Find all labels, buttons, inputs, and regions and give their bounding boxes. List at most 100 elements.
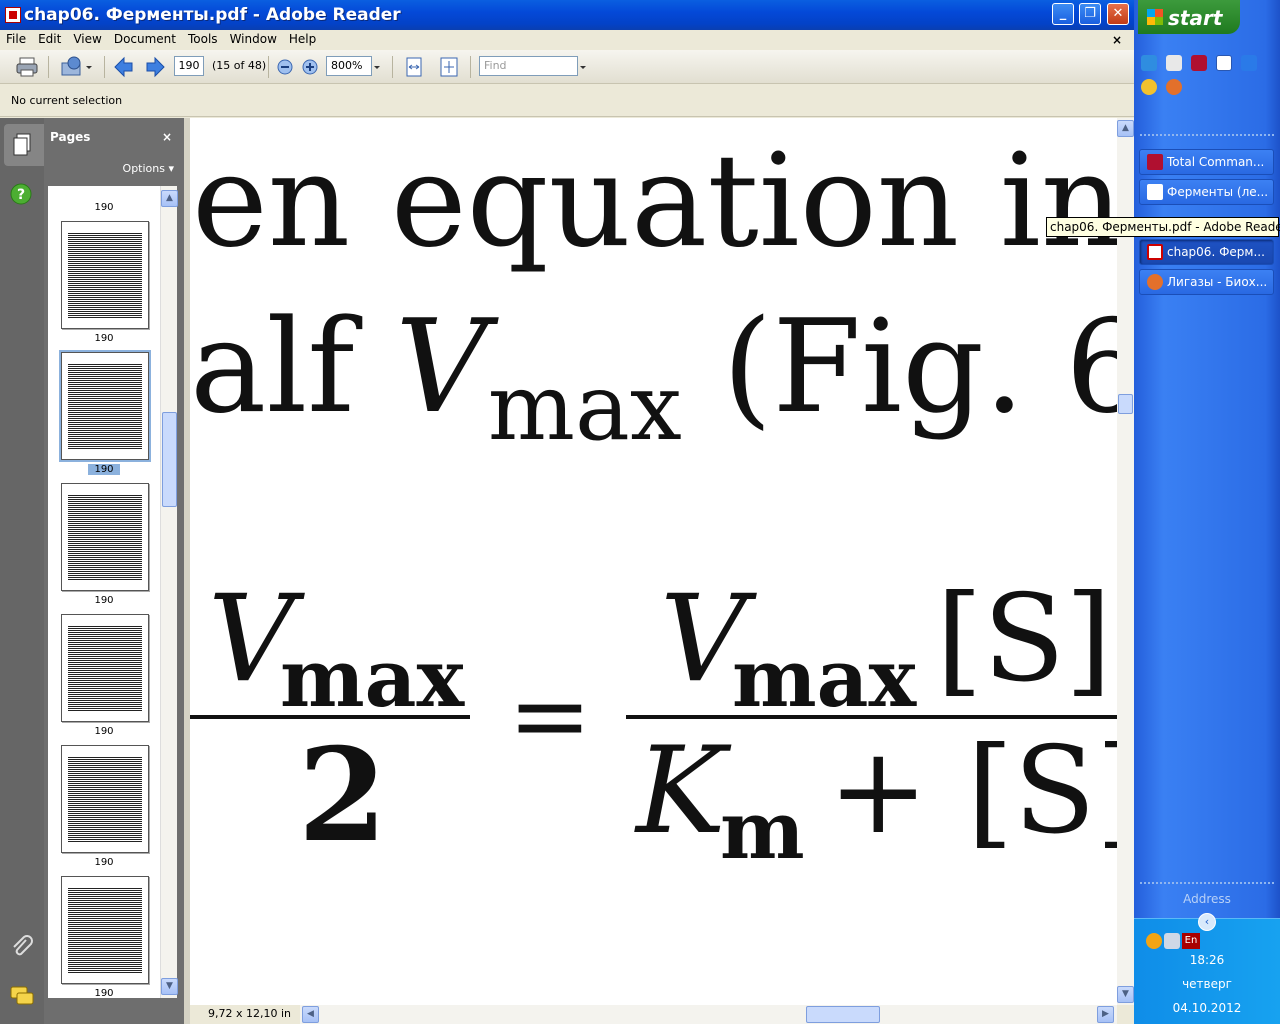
comments-icon[interactable] — [9, 984, 35, 1008]
title-bar[interactable]: chap06. Ферменты.pdf - Adobe Reader _ ❐ … — [0, 0, 1134, 30]
eq-right-numerator-sub: max — [732, 631, 917, 725]
find-input[interactable]: Find — [479, 56, 578, 76]
tray-app-icon[interactable] — [1146, 933, 1162, 949]
taskbar-item-total-commander[interactable]: Total Comman... — [1139, 149, 1274, 175]
maximize-button[interactable]: ❐ — [1079, 3, 1101, 25]
pages-options-menu[interactable]: Options ▾ — [123, 162, 174, 175]
tray-expand-icon[interactable]: ‹ — [1198, 913, 1216, 931]
previous-page-icon[interactable] — [112, 55, 136, 79]
svg-text:?: ? — [17, 187, 25, 203]
scroll-down-icon[interactable]: ▼ — [161, 978, 178, 995]
start-button[interactable]: start — [1138, 0, 1240, 34]
media-player-icon[interactable] — [1141, 79, 1157, 95]
scroll-up-icon[interactable]: ▲ — [1117, 120, 1134, 137]
zoom-out-icon[interactable] — [275, 55, 295, 79]
toolbar: 190 (15 of 48) 800% Find — [0, 50, 1134, 84]
pages-panel-title: Pages — [50, 130, 91, 144]
eq-right-numerator-s: [S] — [936, 570, 1112, 709]
document-horizontal-scrollbar[interactable]: ◀ ▶ — [300, 1005, 1117, 1024]
menu-view[interactable]: View — [67, 30, 107, 46]
close-button[interactable]: ✕ — [1107, 3, 1129, 25]
menu-file[interactable]: File — [0, 30, 32, 46]
scroll-up-icon[interactable]: ▲ — [161, 190, 178, 207]
thumbnail-label: 190 — [94, 857, 114, 868]
document-text-line: alf Vmax (Fig. 6– — [190, 293, 1117, 461]
menu-document[interactable]: Document — [108, 30, 182, 46]
fit-page-icon[interactable] — [438, 55, 460, 79]
zoom-dropdown-icon[interactable] — [372, 55, 382, 79]
find-dropdown-icon[interactable] — [578, 55, 588, 79]
zoom-input[interactable]: 800% — [326, 56, 372, 76]
eq-right-fraction-bar — [626, 715, 1117, 719]
document-view[interactable]: en equation in th alf Vmax (Fig. 6– V ma… — [190, 118, 1117, 1005]
word-icon[interactable] — [1216, 55, 1232, 71]
eq-left-denominator: 2 — [298, 721, 388, 871]
taskbar-item-firefox[interactable]: Лигазы - Биох... — [1139, 269, 1274, 295]
document-vertical-scrollbar[interactable]: ▲ ▼ — [1117, 118, 1134, 1005]
scroll-left-icon[interactable]: ◀ — [302, 1006, 319, 1023]
taskbar-tooltip: chap06. Ферменты.pdf - Adobe Reader — [1046, 217, 1280, 237]
thumbnail-label: 190 — [94, 726, 114, 737]
document-horizontal-scroll-thumb[interactable] — [806, 1006, 880, 1023]
fit-width-icon[interactable] — [403, 55, 425, 79]
page-thumbnail[interactable] — [61, 745, 149, 853]
document-vertical-scroll-thumb[interactable] — [1118, 394, 1133, 414]
page-count-label: (15 of 48) — [212, 59, 267, 72]
adobe-reader-window: chap06. Ферменты.pdf - Adobe Reader _ ❐ … — [0, 0, 1134, 1024]
page-thumbnail[interactable] — [61, 614, 149, 722]
window-title: chap06. Ферменты.pdf - Adobe Reader — [24, 5, 401, 25]
eq-left-numerator-sub: max — [280, 631, 465, 725]
language-indicator[interactable]: En — [1182, 933, 1200, 949]
address-toolbar-label[interactable]: Address — [1134, 892, 1280, 906]
next-page-icon[interactable] — [143, 55, 167, 79]
eq-left-fraction-bar — [190, 715, 470, 719]
menu-edit[interactable]: Edit — [32, 30, 67, 46]
page-thumbnail[interactable] — [61, 876, 149, 984]
scroll-down-icon[interactable]: ▼ — [1117, 986, 1134, 1003]
thumbnails-scrollbar[interactable]: ▲ ▼ — [160, 186, 178, 998]
clock-day: четверг — [1182, 977, 1232, 991]
eq-right-denominator-sub: m — [720, 783, 805, 877]
page-number-input[interactable]: 190 — [174, 56, 204, 76]
page-size-label: 9,72 x 12,10 in — [208, 1007, 292, 1020]
internet-explorer-icon[interactable] — [1141, 55, 1157, 71]
menu-window[interactable]: Window — [224, 30, 283, 46]
minimize-button[interactable]: _ — [1052, 3, 1074, 25]
total-commander-icon — [1147, 154, 1163, 170]
navigation-strip: ? — [0, 118, 45, 1024]
document-text-line: en equation in th — [192, 127, 1117, 276]
taskbar: start Total Comman... Ферменты (ле... ch… — [1134, 0, 1280, 1024]
thumbnail-label: 190 — [94, 333, 114, 344]
total-commander-icon[interactable] — [1191, 55, 1207, 71]
notepad-icon[interactable] — [1166, 55, 1182, 71]
menu-tools[interactable]: Tools — [182, 30, 224, 46]
attachments-icon[interactable] — [10, 934, 34, 960]
pages-panel-close-icon[interactable]: × — [162, 130, 172, 144]
thumbnail-label-selected: 190 — [48, 464, 160, 475]
thumbnails-scroll-thumb[interactable] — [162, 412, 177, 507]
clock-time[interactable]: 18:26 — [1134, 953, 1280, 967]
pages-icon — [13, 133, 31, 156]
zoom-in-icon[interactable] — [300, 55, 320, 79]
network-icon[interactable] — [1164, 933, 1180, 949]
help-icon[interactable]: ? — [10, 183, 32, 205]
share-icon[interactable] — [58, 55, 94, 79]
eq-right-denominator-k: K — [636, 722, 726, 861]
firefox-icon[interactable] — [1166, 79, 1182, 95]
taskbar-item-adobe-reader[interactable]: chap06. Ферм... — [1139, 239, 1274, 265]
scroll-right-icon[interactable]: ▶ — [1097, 1006, 1114, 1023]
taskbar-item-word[interactable]: Ферменты (ле... — [1139, 179, 1274, 205]
selection-bar: No current selection — [0, 85, 1134, 117]
menu-help[interactable]: Help — [283, 30, 322, 46]
outlook-icon[interactable] — [1241, 55, 1257, 71]
print-icon[interactable] — [14, 55, 40, 79]
page-thumbnail[interactable] — [61, 221, 149, 329]
pages-tab[interactable] — [4, 124, 44, 166]
page-thumbnail[interactable] — [61, 483, 149, 591]
page-thumbnail-selected[interactable] — [59, 350, 151, 462]
thumbnail-label: 190 — [94, 595, 114, 606]
system-tray: ‹ En 18:26 четверг 04.10.2012 — [1134, 913, 1280, 1024]
page-thumbnails: 190 190 190 190 190 190 190 — [48, 186, 160, 998]
pdf-icon — [1147, 244, 1163, 260]
document-close-icon[interactable]: × — [1106, 31, 1128, 47]
